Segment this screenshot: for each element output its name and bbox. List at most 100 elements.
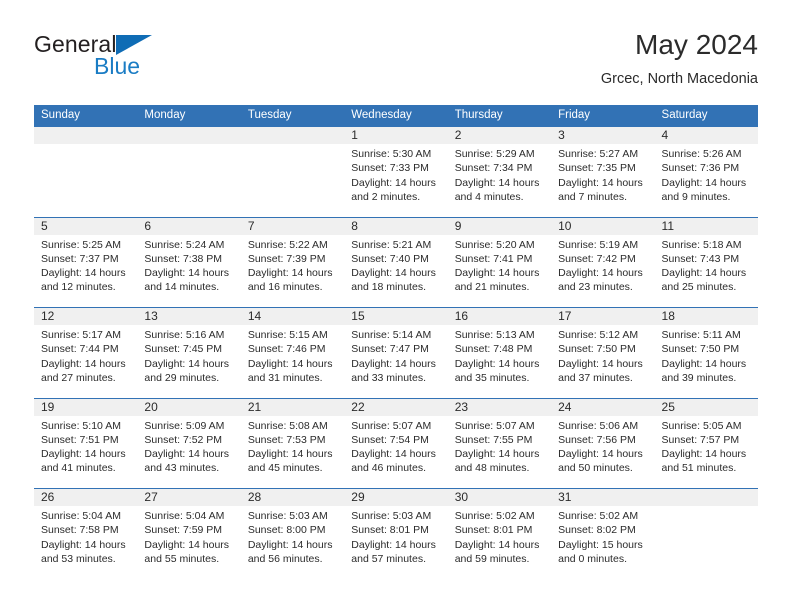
day-details: Sunrise: 5:21 AM Sunset: 7:40 PM Dayligh… xyxy=(344,235,447,295)
sunset-text: Sunset: 7:51 PM xyxy=(41,433,119,446)
daylight-text-line1: Daylight: 14 hours xyxy=(454,176,540,189)
day-cell[interactable]: 20 Sunrise: 5:09 AM Sunset: 7:52 PM Dayl… xyxy=(137,398,241,489)
sunrise-text: Sunrise: 5:16 AM xyxy=(144,329,225,341)
day-cell[interactable]: 14 Sunrise: 5:15 AM Sunset: 7:46 PM Dayl… xyxy=(240,308,345,398)
general-blue-logo[interactable]: General Blue xyxy=(34,32,234,88)
day-details: Sunrise: 5:02 AM Sunset: 8:01 PM Dayligh… xyxy=(448,506,551,566)
day-cell[interactable]: 13 Sunrise: 5:16 AM Sunset: 7:45 PM Dayl… xyxy=(137,308,241,398)
day-cell[interactable]: 10 Sunrise: 5:19 AM Sunset: 7:42 PM Dayl… xyxy=(551,217,655,308)
page-header: General Blue May 2024 Grcec, North Maced… xyxy=(34,28,758,92)
day-details: Sunrise: 5:26 AM Sunset: 7:36 PM Dayligh… xyxy=(655,144,758,204)
day-cell[interactable]: 19 Sunrise: 5:10 AM Sunset: 7:51 PM Dayl… xyxy=(34,398,138,489)
day-details: Sunrise: 5:22 AM Sunset: 7:39 PM Dayligh… xyxy=(241,235,344,295)
sunrise-text: Sunrise: 5:30 AM xyxy=(351,148,432,160)
day-details: Sunrise: 5:27 AM Sunset: 7:35 PM Dayligh… xyxy=(551,144,654,204)
day-cell[interactable]: 24 Sunrise: 5:06 AM Sunset: 7:56 PM Dayl… xyxy=(551,398,655,489)
daylight-text-line1: Daylight: 14 hours xyxy=(247,357,333,370)
day-cell[interactable]: 5 Sunrise: 5:25 AM Sunset: 7:37 PM Dayli… xyxy=(34,217,138,308)
daylight-text-line1: Daylight: 14 hours xyxy=(661,357,747,370)
daylight-text-line1: Daylight: 14 hours xyxy=(351,357,436,370)
day-details: Sunrise: 5:02 AM Sunset: 8:02 PM Dayligh… xyxy=(551,506,654,566)
daylight-text-line2: and 53 minutes. xyxy=(41,552,116,565)
day-cell[interactable]: 28 Sunrise: 5:03 AM Sunset: 8:00 PM Dayl… xyxy=(240,489,345,579)
day-cell[interactable] xyxy=(240,127,345,217)
day-details: Sunrise: 5:06 AM Sunset: 7:56 PM Dayligh… xyxy=(551,416,654,476)
day-cell[interactable]: 16 Sunrise: 5:13 AM Sunset: 7:48 PM Dayl… xyxy=(447,308,552,398)
weekday-header-sunday: Sunday xyxy=(41,109,81,121)
day-cell[interactable]: 1 Sunrise: 5:30 AM Sunset: 7:33 PM Dayli… xyxy=(344,127,448,217)
day-number: 17 xyxy=(551,308,655,325)
day-cell[interactable]: 15 Sunrise: 5:14 AM Sunset: 7:47 PM Dayl… xyxy=(344,308,448,398)
sunset-text: Sunset: 7:48 PM xyxy=(454,343,533,356)
day-cell[interactable] xyxy=(137,127,241,217)
daylight-text-line2: and 35 minutes. xyxy=(454,371,530,384)
day-cell[interactable]: 21 Sunrise: 5:08 AM Sunset: 7:53 PM Dayl… xyxy=(240,398,345,489)
day-cell[interactable]: 7 Sunrise: 5:22 AM Sunset: 7:39 PM Dayli… xyxy=(240,217,345,308)
sunrise-text: Sunrise: 5:07 AM xyxy=(351,419,432,432)
week-row: 19 Sunrise: 5:10 AM Sunset: 7:51 PM Dayl… xyxy=(34,397,758,489)
day-details: Sunrise: 5:25 AM Sunset: 7:37 PM Dayligh… xyxy=(34,235,137,295)
daylight-text-line2: and 57 minutes. xyxy=(351,552,426,565)
daylight-text-line2: and 51 minutes. xyxy=(661,462,737,475)
day-cell[interactable]: 8 Sunrise: 5:21 AM Sunset: 7:40 PM Dayli… xyxy=(344,217,448,308)
day-cell[interactable]: 18 Sunrise: 5:11 AM Sunset: 7:50 PM Dayl… xyxy=(654,308,758,398)
day-details: Sunrise: 5:09 AM Sunset: 7:52 PM Dayligh… xyxy=(137,416,240,476)
weekday-header-thursday: Thursday xyxy=(454,109,503,121)
day-cell[interactable]: 4 Sunrise: 5:26 AM Sunset: 7:36 PM Dayli… xyxy=(654,127,758,217)
day-cell[interactable]: 2 Sunrise: 5:29 AM Sunset: 7:34 PM Dayli… xyxy=(447,127,552,217)
day-details: Sunrise: 5:08 AM Sunset: 7:53 PM Dayligh… xyxy=(241,416,344,476)
triangle-icon xyxy=(115,35,152,55)
daylight-text-line2: and 23 minutes. xyxy=(558,281,633,294)
sunrise-text: Sunrise: 5:06 AM xyxy=(558,419,639,432)
sunset-text: Sunset: 7:57 PM xyxy=(661,433,740,446)
day-details xyxy=(241,144,344,147)
day-cell[interactable]: 3 Sunrise: 5:27 AM Sunset: 7:35 PM Dayli… xyxy=(551,127,655,217)
daylight-text-line1: Daylight: 14 hours xyxy=(41,357,126,370)
day-number: 30 xyxy=(447,489,552,506)
day-cell[interactable]: 23 Sunrise: 5:07 AM Sunset: 7:55 PM Dayl… xyxy=(447,398,552,489)
day-cell[interactable]: 6 Sunrise: 5:24 AM Sunset: 7:38 PM Dayli… xyxy=(137,217,241,308)
daylight-text-line2: and 37 minutes. xyxy=(558,371,633,384)
calendar-grid: Sunday Monday Tuesday Wednesday Thursday… xyxy=(34,105,758,579)
day-cell[interactable]: 11 Sunrise: 5:18 AM Sunset: 7:43 PM Dayl… xyxy=(654,217,758,308)
weekday-header-saturday: Saturday xyxy=(661,109,708,121)
day-details: Sunrise: 5:10 AM Sunset: 7:51 PM Dayligh… xyxy=(34,416,137,476)
day-cell[interactable]: 9 Sunrise: 5:20 AM Sunset: 7:41 PM Dayli… xyxy=(447,217,552,308)
page-title: May 2024 xyxy=(635,29,758,60)
day-cell[interactable]: 29 Sunrise: 5:03 AM Sunset: 8:01 PM Dayl… xyxy=(344,489,448,579)
daylight-text-line1: Daylight: 14 hours xyxy=(454,357,540,370)
sunset-text: Sunset: 7:45 PM xyxy=(144,343,223,356)
daylight-text-line2: and 12 minutes. xyxy=(41,281,116,294)
sunset-text: Sunset: 7:34 PM xyxy=(454,162,533,175)
day-cell[interactable]: 30 Sunrise: 5:02 AM Sunset: 8:01 PM Dayl… xyxy=(447,489,552,579)
daylight-text-line2: and 18 minutes. xyxy=(351,281,426,294)
day-cell[interactable] xyxy=(654,489,758,579)
day-details xyxy=(34,144,137,147)
day-details: Sunrise: 5:20 AM Sunset: 7:41 PM Dayligh… xyxy=(448,235,551,295)
daylight-text-line1: Daylight: 14 hours xyxy=(351,448,436,461)
sunrise-text: Sunrise: 5:05 AM xyxy=(661,419,742,432)
day-number: 14 xyxy=(240,308,345,325)
daylight-text-line2: and 21 minutes. xyxy=(454,281,530,294)
day-number: 16 xyxy=(447,308,552,325)
day-cell[interactable]: 31 Sunrise: 5:02 AM Sunset: 8:02 PM Dayl… xyxy=(551,489,655,579)
sunrise-text: Sunrise: 5:15 AM xyxy=(247,329,328,341)
day-details: Sunrise: 5:18 AM Sunset: 7:43 PM Dayligh… xyxy=(655,235,758,295)
day-cell[interactable]: 22 Sunrise: 5:07 AM Sunset: 7:54 PM Dayl… xyxy=(344,398,448,489)
day-number xyxy=(240,127,345,144)
daylight-text-line1: Daylight: 15 hours xyxy=(558,538,643,551)
day-number: 26 xyxy=(34,489,138,506)
daylight-text-line2: and 14 minutes. xyxy=(144,281,220,294)
day-cell[interactable]: 27 Sunrise: 5:04 AM Sunset: 7:59 PM Dayl… xyxy=(137,489,241,579)
day-details: Sunrise: 5:29 AM Sunset: 7:34 PM Dayligh… xyxy=(448,144,551,204)
daylight-text-line2: and 43 minutes. xyxy=(144,462,220,475)
day-cell[interactable] xyxy=(34,127,138,217)
sunrise-text: Sunrise: 5:11 AM xyxy=(661,329,741,341)
day-cell[interactable]: 25 Sunrise: 5:05 AM Sunset: 7:57 PM Dayl… xyxy=(654,398,758,489)
sunset-text: Sunset: 7:53 PM xyxy=(247,433,326,446)
day-cell[interactable]: 12 Sunrise: 5:17 AM Sunset: 7:44 PM Dayl… xyxy=(34,308,138,398)
weekday-header-wednesday: Wednesday xyxy=(351,109,412,121)
day-cell[interactable]: 26 Sunrise: 5:04 AM Sunset: 7:58 PM Dayl… xyxy=(34,489,138,579)
day-cell[interactable]: 17 Sunrise: 5:12 AM Sunset: 7:50 PM Dayl… xyxy=(551,308,655,398)
daylight-text-line1: Daylight: 14 hours xyxy=(454,267,540,280)
